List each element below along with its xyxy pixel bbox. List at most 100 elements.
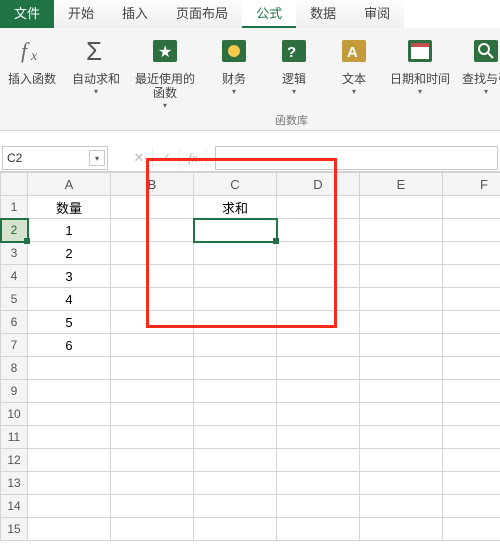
cell-F1[interactable] [443, 196, 500, 219]
name-box-dropdown-icon[interactable]: ▾ [89, 150, 105, 166]
cell-D7[interactable] [277, 334, 360, 357]
fx-icon-small[interactable]: fx [180, 147, 207, 169]
cell-D13[interactable] [277, 472, 360, 495]
cell-A6[interactable]: 5 [28, 311, 111, 334]
cell-D12[interactable] [277, 449, 360, 472]
cell-B6[interactable] [111, 311, 194, 334]
cell-B14[interactable] [111, 495, 194, 518]
cell-D2[interactable] [277, 219, 360, 242]
row-header-14[interactable]: 14 [1, 495, 28, 518]
cell-A8[interactable] [28, 357, 111, 380]
select-all-corner[interactable] [1, 173, 28, 196]
text-button[interactable]: A 文本 ▾ [324, 32, 384, 130]
cell-A12[interactable] [28, 449, 111, 472]
row-header-15[interactable]: 15 [1, 518, 28, 541]
cell-B9[interactable] [111, 380, 194, 403]
cell-F9[interactable] [443, 380, 500, 403]
col-header-F[interactable]: F [443, 173, 500, 196]
cell-D8[interactable] [277, 357, 360, 380]
cell-E8[interactable] [360, 357, 443, 380]
row-header-10[interactable]: 10 [1, 403, 28, 426]
cell-D6[interactable] [277, 311, 360, 334]
cell-F7[interactable] [443, 334, 500, 357]
tab-file[interactable]: 文件 [0, 0, 54, 28]
cell-F5[interactable] [443, 288, 500, 311]
row-header-13[interactable]: 13 [1, 472, 28, 495]
name-box[interactable]: C2 ▾ [2, 146, 108, 170]
cell-A5[interactable]: 4 [28, 288, 111, 311]
cell-E2[interactable] [360, 219, 443, 242]
tab-home[interactable]: 开始 [54, 0, 108, 28]
tab-formulas[interactable]: 公式 [242, 0, 296, 28]
cell-F12[interactable] [443, 449, 500, 472]
cell-C10[interactable] [194, 403, 277, 426]
col-header-B[interactable]: B [111, 173, 194, 196]
cell-C13[interactable] [194, 472, 277, 495]
cell-C15[interactable] [194, 518, 277, 541]
cell-C7[interactable] [194, 334, 277, 357]
cell-B11[interactable] [111, 426, 194, 449]
tab-page-layout[interactable]: 页面布局 [162, 0, 242, 28]
cell-B15[interactable] [111, 518, 194, 541]
cell-D1[interactable] [277, 196, 360, 219]
cell-E9[interactable] [360, 380, 443, 403]
cell-D4[interactable] [277, 265, 360, 288]
col-header-C[interactable]: C [194, 173, 277, 196]
cell-E3[interactable] [360, 242, 443, 265]
cell-C9[interactable] [194, 380, 277, 403]
cell-C5[interactable] [194, 288, 277, 311]
cell-B2[interactable] [111, 219, 194, 242]
cell-B3[interactable] [111, 242, 194, 265]
cell-F14[interactable] [443, 495, 500, 518]
cell-B5[interactable] [111, 288, 194, 311]
row-header-6[interactable]: 6 [1, 311, 28, 334]
cell-A14[interactable] [28, 495, 111, 518]
cell-B7[interactable] [111, 334, 194, 357]
cell-C6[interactable] [194, 311, 277, 334]
cell-A2[interactable]: 1 [28, 219, 111, 242]
col-header-E[interactable]: E [360, 173, 443, 196]
row-header-12[interactable]: 12 [1, 449, 28, 472]
cell-D9[interactable] [277, 380, 360, 403]
tab-review[interactable]: 审阅 [350, 0, 404, 28]
cell-C14[interactable] [194, 495, 277, 518]
cell-F8[interactable] [443, 357, 500, 380]
datetime-button[interactable]: 日期和时间 ▾ [384, 32, 456, 130]
cell-C11[interactable] [194, 426, 277, 449]
cell-A9[interactable] [28, 380, 111, 403]
cell-A7[interactable]: 6 [28, 334, 111, 357]
row-header-9[interactable]: 9 [1, 380, 28, 403]
cell-C12[interactable] [194, 449, 277, 472]
financial-button[interactable]: 财务 ▾ [204, 32, 264, 130]
cell-F2[interactable] [443, 219, 500, 242]
recent-functions-button[interactable]: ★ 最近使用的 函数 ▾ [126, 32, 204, 130]
cell-D15[interactable] [277, 518, 360, 541]
row-header-1[interactable]: 1 [1, 196, 28, 219]
cell-C1[interactable]: 求和 [194, 196, 277, 219]
cell-C2[interactable] [194, 219, 277, 242]
cell-B4[interactable] [111, 265, 194, 288]
row-header-7[interactable]: 7 [1, 334, 28, 357]
cell-D5[interactable] [277, 288, 360, 311]
cell-F6[interactable] [443, 311, 500, 334]
insert-function-button[interactable]: fx 插入函数 [2, 32, 62, 130]
cell-D11[interactable] [277, 426, 360, 449]
cell-A13[interactable] [28, 472, 111, 495]
lookup-button[interactable]: 查找与引 ▾ [456, 32, 500, 130]
cell-E11[interactable] [360, 426, 443, 449]
col-header-D[interactable]: D [277, 173, 360, 196]
cell-D3[interactable] [277, 242, 360, 265]
cell-E13[interactable] [360, 472, 443, 495]
cell-E5[interactable] [360, 288, 443, 311]
cell-E6[interactable] [360, 311, 443, 334]
cell-E15[interactable] [360, 518, 443, 541]
autosum-button[interactable]: Σ 自动求和 ▾ [66, 32, 126, 130]
row-header-2[interactable]: 2 [1, 219, 28, 242]
cell-D10[interactable] [277, 403, 360, 426]
cell-B8[interactable] [111, 357, 194, 380]
cell-F15[interactable] [443, 518, 500, 541]
cell-E10[interactable] [360, 403, 443, 426]
cell-A4[interactable]: 3 [28, 265, 111, 288]
cell-D14[interactable] [277, 495, 360, 518]
cell-E7[interactable] [360, 334, 443, 357]
